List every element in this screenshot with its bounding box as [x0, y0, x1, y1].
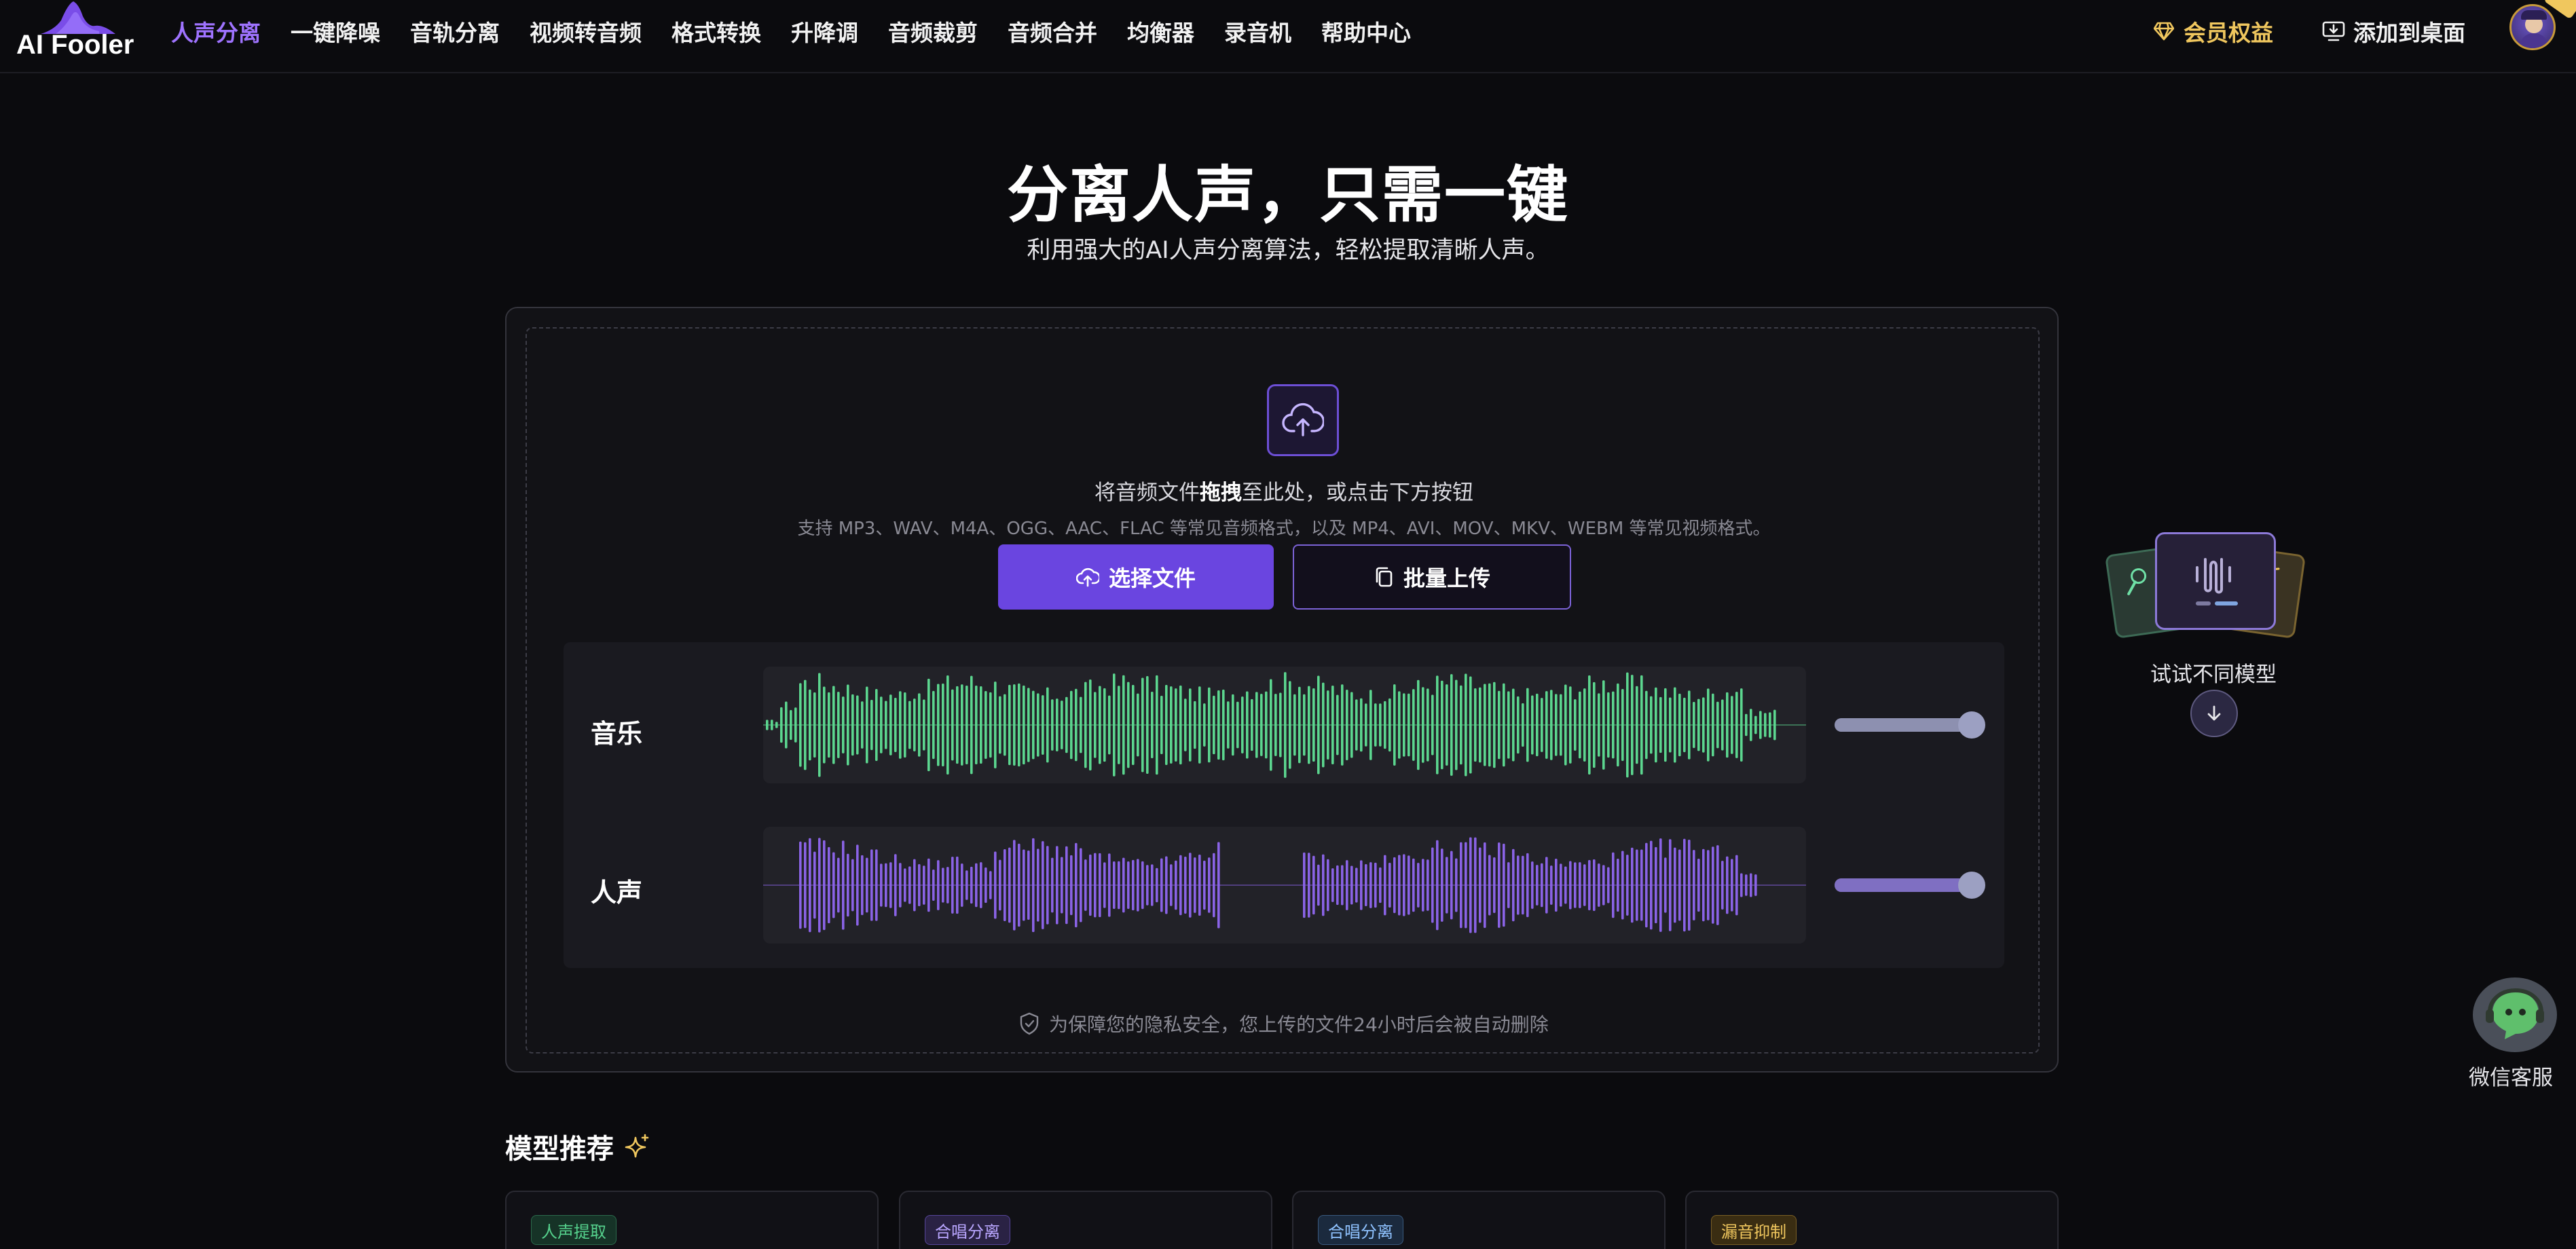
top-header: AI Fooler 人声分离 一键降噪 音轨分离 视频转音频 格式转换 升降调 …: [0, 0, 2576, 73]
track-label-music: 音乐: [591, 719, 643, 749]
upload-panel: 将音频文件拖拽至此处，或点击下方按钮 支持 MP3、WAV、M4A、OGG、AA…: [505, 307, 2059, 1073]
model-tag: 合唱分离: [925, 1215, 1010, 1245]
user-avatar[interactable]: [2509, 4, 2556, 50]
page-title: 分离人声，只需一键: [1007, 160, 1569, 231]
waveform-model-card: [2155, 532, 2276, 630]
logo[interactable]: AI Fooler: [16, 0, 139, 68]
model-tag: 人声提取: [531, 1215, 617, 1245]
music-waveform[interactable]: [763, 667, 1806, 783]
wechat-support-label: 微信客服: [2469, 1066, 2553, 1090]
shield-check-icon: [1020, 1012, 1039, 1035]
scroll-down-button[interactable]: [2190, 690, 2238, 737]
batch-upload-button[interactable]: 批量上传: [1293, 544, 1571, 610]
logo-text: AI Fooler: [16, 30, 134, 60]
vocal-volume-slider[interactable]: [1835, 872, 1985, 899]
nav-item-equalizer[interactable]: 均衡器: [1127, 15, 1194, 48]
privacy-note: 为保障您的隐私安全，您上传的文件24小时后会被自动删除: [527, 1010, 2041, 1037]
support-bot-icon: [2486, 988, 2544, 1039]
track-label-vocal: 人声: [591, 878, 643, 908]
nav-item-video-to-audio[interactable]: 视频转音频: [530, 15, 642, 48]
music-volume-slider[interactable]: [1835, 711, 1985, 739]
model-recommend-label: 模型推荐: [505, 1134, 614, 1165]
vip-label: 会员权益: [2184, 20, 2273, 46]
music-volume-knob[interactable]: [1958, 711, 1985, 739]
vip-benefits-link[interactable]: 会员权益: [2154, 15, 2273, 48]
main-nav: 人声分离 一键降噪 音轨分离 视频转音频 格式转换 升降调 音频裁剪 音频合并 …: [171, 15, 1441, 48]
vocal-volume-knob[interactable]: [1958, 872, 1985, 899]
sound-wave-icon: [2196, 558, 2238, 605]
supported-formats: 支持 MP3、WAV、M4A、OGG、AAC、FLAC 等常见音频格式，以及 M…: [797, 519, 1771, 539]
model-tag: 漏音抑制: [1711, 1215, 1797, 1245]
cloud-upload-icon: [1267, 384, 1339, 456]
nav-item-help-center[interactable]: 帮助中心: [1321, 15, 1411, 48]
model-tag: 合唱分离: [1318, 1215, 1403, 1245]
nav-item-audio-merge[interactable]: 音频合并: [1008, 15, 1097, 48]
add-to-desktop-button[interactable]: 添加到桌面: [2322, 15, 2465, 48]
nav-item-recorder[interactable]: 录音机: [1224, 15, 1291, 48]
batch-upload-label: 批量上传: [1403, 565, 1490, 591]
diamond-icon: [2154, 22, 2174, 41]
cloud-upload-small-icon: [1075, 567, 1099, 587]
nav-item-audio-trim[interactable]: 音频裁剪: [888, 15, 978, 48]
copy-files-icon: [1376, 567, 1393, 587]
select-file-label: 选择文件: [1108, 565, 1196, 591]
file-dropzone[interactable]: 将音频文件拖拽至此处，或点击下方按钮 支持 MP3、WAV、M4A、OGG、AA…: [526, 327, 2040, 1054]
vocal-waveform[interactable]: [763, 827, 1806, 944]
privacy-text: 为保障您的隐私安全，您上传的文件24小时后会被自动删除: [1049, 1013, 1549, 1036]
model-card-chorus-separation-2[interactable]: 合唱分离: [1292, 1191, 1666, 1249]
page-subtitle: 利用强大的AI人声分离算法，轻松提取清晰人声。: [1027, 237, 1549, 264]
demo-tracks: 音乐 人声: [564, 642, 2004, 968]
add-to-desktop-label: 添加到桌面: [2353, 20, 2465, 46]
sparkle-icon: [625, 1134, 649, 1158]
nav-item-pitch-shift[interactable]: 升降调: [791, 15, 858, 48]
select-file-button[interactable]: 选择文件: [998, 544, 1274, 610]
music-waveform-graphic: [763, 672, 1806, 778]
model-recommend-title: 模型推荐: [505, 1127, 650, 1166]
wechat-support-button[interactable]: [2473, 977, 2557, 1052]
model-card-bleed-suppression[interactable]: 漏音抑制: [1685, 1191, 2059, 1249]
nav-item-track-separation[interactable]: 音轨分离: [410, 15, 500, 48]
drop-instructions: 将音频文件拖拽至此处，或点击下方按钮: [1094, 481, 1473, 505]
desktop-download-icon: [2322, 21, 2345, 41]
nav-item-format-convert[interactable]: 格式转换: [671, 15, 761, 48]
model-card-vocal-extract[interactable]: 人声提取: [505, 1191, 879, 1249]
try-models-widget[interactable]: 试试不同模型: [2104, 532, 2317, 743]
model-card-chorus-separation[interactable]: 合唱分离: [899, 1191, 1272, 1249]
nav-item-denoise[interactable]: 一键降噪: [291, 15, 380, 48]
arrow-down-icon: [2207, 705, 2221, 721]
vocal-waveform-graphic: [763, 837, 1806, 933]
nav-item-vocal-separation[interactable]: 人声分离: [171, 15, 261, 48]
try-models-label: 试试不同模型: [2150, 663, 2277, 687]
